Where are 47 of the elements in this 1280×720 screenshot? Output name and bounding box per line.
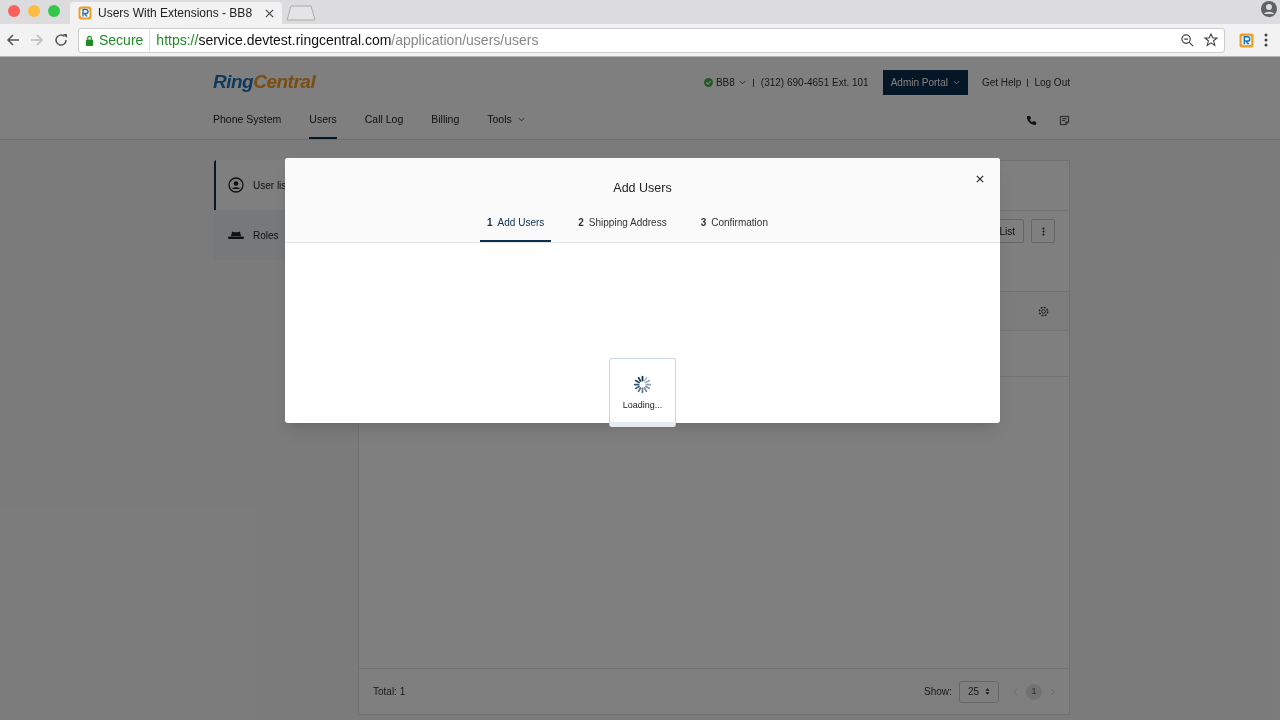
hat-icon — [228, 230, 244, 240]
url-text: https://service.devtest.ringcentral.com/application/users/users — [156, 30, 539, 50]
nav-tab[interactable]: Users — [309, 108, 337, 139]
nav-tab[interactable]: Call Log — [364, 108, 404, 139]
phone-number: (312) 690-4651 Ext. 101 — [760, 76, 869, 91]
settings-icon[interactable] — [1038, 305, 1049, 317]
user-icon — [228, 177, 244, 193]
step-tab[interactable]: 1 Add Users — [480, 215, 552, 242]
tab-title: Users With Extensions - BB8 — [98, 5, 253, 22]
lock-icon — [85, 34, 94, 46]
favicon-icon — [78, 6, 92, 20]
loading-text: Loading... — [622, 399, 663, 412]
caret-icon — [738, 80, 746, 86]
address-bar[interactable]: Secure https://service.devtest.ringcentral.com/application/users/users — [78, 27, 1225, 53]
logo: RingCentral — [213, 70, 316, 95]
secure-label: Secure — [99, 29, 151, 51]
dialog-title: Add Users — [613, 180, 672, 198]
nav-tab[interactable]: Tools — [487, 108, 525, 139]
show-label: Show: — [924, 685, 952, 699]
more-icon — [1041, 225, 1045, 237]
admin-portal-button[interactable]: Admin Portal — [882, 70, 968, 96]
status-check-icon — [703, 78, 713, 88]
step-tab[interactable]: 2 Shipping Address — [571, 215, 674, 242]
nav-tab[interactable]: Phone System — [213, 108, 282, 139]
spinner-icon — [632, 374, 653, 395]
back-icon[interactable] — [6, 33, 20, 47]
close-tab-icon[interactable] — [265, 8, 274, 18]
zoom-out-icon[interactable] — [1181, 33, 1194, 47]
browser-tab[interactable]: Users With Extensions - BB8 — [70, 2, 282, 24]
nav-tab[interactable]: Billing — [431, 108, 460, 139]
page-number[interactable]: 1 — [1026, 683, 1042, 700]
header-link[interactable]: Log Out — [1034, 75, 1070, 91]
header-link[interactable]: Get Help — [981, 75, 1022, 91]
close-icon[interactable] — [976, 175, 984, 183]
page-size-select[interactable]: 25 — [958, 680, 999, 703]
account-dropdown[interactable]: BB8 — [715, 75, 746, 91]
total-count: Total: 1 — [373, 685, 406, 699]
sort-arrows-icon — [985, 687, 990, 696]
profile-icon[interactable] — [1261, 1, 1277, 17]
notes-icon[interactable] — [1059, 115, 1070, 127]
reload-icon[interactable] — [54, 33, 68, 47]
browser-menu-icon[interactable] — [1264, 33, 1268, 47]
extension-icon[interactable] — [1239, 32, 1254, 48]
caret-icon — [952, 80, 960, 86]
phone-icon[interactable] — [1026, 115, 1037, 127]
step-tab[interactable]: 3 Confirmation — [693, 215, 775, 242]
bookmark-star-icon[interactable] — [1204, 33, 1218, 47]
